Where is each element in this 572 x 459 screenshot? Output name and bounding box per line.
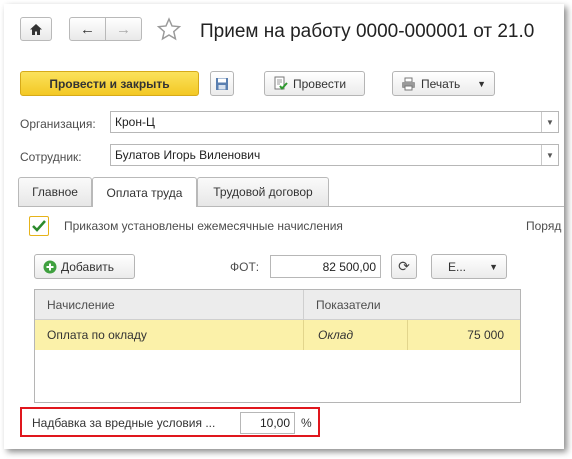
add-label: Добавить bbox=[61, 259, 115, 274]
checkmark-icon bbox=[32, 220, 46, 232]
back-button[interactable]: ← bbox=[69, 17, 106, 41]
home-button[interactable] bbox=[20, 17, 52, 41]
printer-icon bbox=[402, 77, 415, 90]
accrual-cell[interactable]: Оплата по окладу bbox=[35, 320, 304, 350]
tab-main-label: Главное bbox=[32, 185, 78, 199]
post-and-close-button[interactable]: Провести и закрыть bbox=[20, 71, 199, 96]
save-button[interactable] bbox=[210, 71, 234, 96]
hazard-bonus-field[interactable]: 10,00 bbox=[240, 412, 295, 434]
column-header-indicators[interactable]: Показатели bbox=[304, 290, 520, 320]
employee-field[interactable]: Булатов Игорь Виленович ▼ bbox=[110, 144, 559, 166]
fot-label: ФОТ: bbox=[230, 260, 260, 274]
tab-labor-contract-label: Трудовой договор bbox=[213, 185, 313, 199]
order-label-cut: Поряд bbox=[526, 219, 562, 233]
floppy-disk-icon bbox=[216, 77, 228, 90]
page-title: Прием на работу 0000-000001 от 21.0 bbox=[200, 21, 535, 42]
refresh-button[interactable]: ⟳ bbox=[391, 254, 417, 279]
tab-payment[interactable]: Оплата труда bbox=[92, 177, 197, 207]
post-button[interactable]: Провести bbox=[264, 71, 365, 96]
print-button[interactable]: Печать ▼ bbox=[392, 71, 495, 96]
organization-field[interactable]: Крон-Ц ▼ bbox=[110, 111, 559, 133]
employee-dropdown-icon[interactable]: ▼ bbox=[541, 145, 558, 165]
tab-main[interactable]: Главное bbox=[18, 177, 92, 206]
chevron-down-icon: ▼ bbox=[477, 78, 486, 89]
favorite-star-icon[interactable] bbox=[156, 17, 182, 45]
accruals-table: Начисление Показатели Оплата по окладу О… bbox=[34, 289, 521, 403]
plus-circle-icon bbox=[43, 260, 57, 273]
post-label: Провести bbox=[293, 76, 347, 91]
forward-button[interactable]: → bbox=[105, 17, 142, 41]
refresh-icon: ⟳ bbox=[398, 258, 410, 274]
percent-unit: % bbox=[301, 416, 312, 430]
organization-dropdown-icon[interactable]: ▼ bbox=[541, 112, 558, 132]
indicator-cell[interactable]: Оклад bbox=[304, 320, 408, 350]
chevron-down-icon: ▼ bbox=[489, 261, 498, 272]
table-row[interactable]: Оплата по окладу Оклад 75 000 bbox=[35, 320, 520, 350]
column-header-accrual-text: Начисление bbox=[47, 297, 115, 312]
organization-value: Крон-Ц bbox=[115, 115, 155, 129]
hazard-bonus-label: Надбавка за вредные условия ... bbox=[32, 416, 216, 430]
fot-field: 82 500,00 bbox=[270, 255, 381, 278]
monthly-accruals-label: Приказом установлены ежемесячные начисле… bbox=[64, 219, 343, 233]
post-document-icon bbox=[274, 76, 288, 91]
organization-label: Организация: bbox=[20, 117, 96, 131]
print-label: Печать bbox=[421, 76, 461, 91]
employee-label: Сотрудник: bbox=[20, 150, 82, 164]
column-header-accrual[interactable]: Начисление bbox=[35, 290, 304, 320]
monthly-accruals-checkbox[interactable] bbox=[29, 216, 49, 236]
add-button[interactable]: Добавить bbox=[34, 254, 135, 279]
e-dropdown-button[interactable]: Е... ▼ bbox=[431, 254, 507, 279]
fot-value: 82 500,00 bbox=[322, 259, 376, 274]
employee-value: Булатов Игорь Виленович bbox=[115, 148, 261, 162]
tab-labor-contract[interactable]: Трудовой договор bbox=[197, 177, 329, 206]
document-window: ← → Прием на работу 0000-000001 от 21.0 … bbox=[4, 4, 564, 449]
column-header-indicators-text: Показатели bbox=[316, 297, 381, 312]
tab-payment-label: Оплата труда bbox=[106, 185, 183, 200]
post-and-close-label: Провести и закрыть bbox=[49, 76, 170, 91]
e-label: Е... bbox=[448, 259, 467, 274]
home-icon bbox=[30, 23, 42, 35]
indicator-value-cell[interactable]: 75 000 bbox=[408, 328, 520, 342]
hazard-bonus-value: 10,00 bbox=[259, 416, 290, 430]
arrow-right-icon: → bbox=[116, 20, 131, 38]
arrow-left-icon: ← bbox=[80, 20, 95, 38]
